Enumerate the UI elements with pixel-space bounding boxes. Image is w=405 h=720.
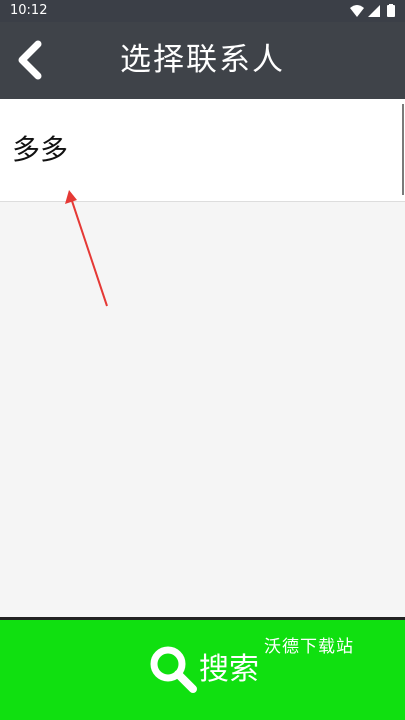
app-bar: 选择联系人 — [0, 22, 405, 99]
battery-icon — [387, 4, 395, 17]
annotation-arrow — [65, 190, 108, 307]
signal-icon — [368, 5, 380, 17]
page-title: 选择联系人 — [120, 42, 285, 78]
search-button[interactable]: 搜索 沃德下载站 — [0, 620, 405, 720]
contact-name: 多多 — [12, 133, 69, 166]
status-bar: 10:12 — [0, 0, 405, 22]
search-label: 搜索 — [199, 652, 259, 687]
scrollbar[interactable] — [402, 104, 404, 195]
contact-list: 多多 — [0, 99, 405, 617]
watermark-text: 沃德下载站 — [264, 637, 354, 657]
status-time: 10:12 — [10, 3, 48, 18]
wifi-icon — [350, 5, 364, 17]
status-icons — [350, 4, 395, 17]
search-icon — [150, 646, 197, 693]
